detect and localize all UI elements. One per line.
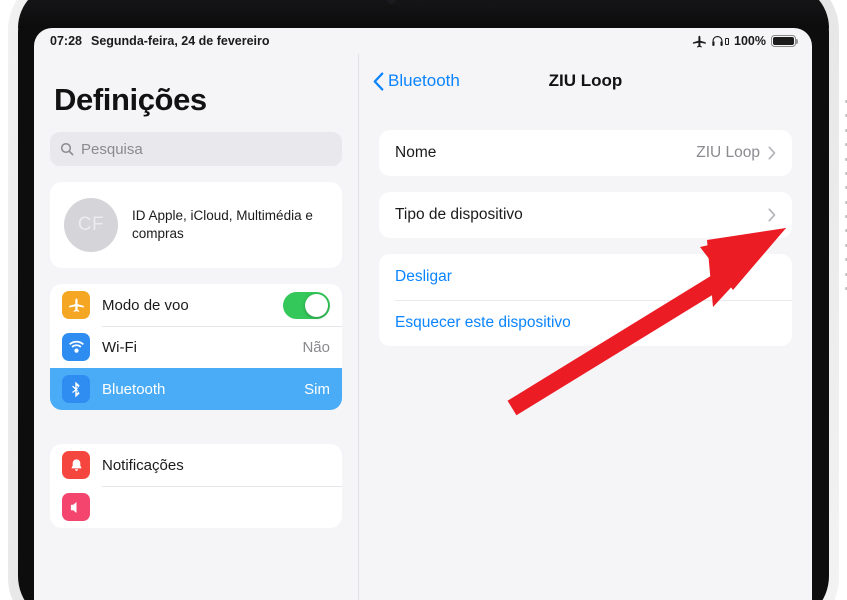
- settings-sidebar: Definições Pesquisa CF ID Apple, iCloud,…: [34, 54, 358, 600]
- sidebar-item-value: Sim: [304, 380, 330, 398]
- headphones-icon: [711, 35, 730, 48]
- status-date: Segunda-feira, 24 de fevereiro: [90, 34, 270, 48]
- sidebar-item-label: Modo de voo: [102, 296, 189, 314]
- chevron-right-icon: [768, 146, 776, 160]
- page-title: Definições: [54, 82, 207, 117]
- sidebar-item-label: Wi-Fi: [102, 338, 137, 356]
- status-time: 07:28: [50, 34, 82, 48]
- detail-group-actions: Desligar Esquecer este dispositivo: [379, 254, 792, 346]
- status-bar-right: 100%: [692, 34, 799, 48]
- chevron-left-icon: [373, 71, 384, 91]
- apple-id-subtitle: ID Apple, iCloud, Multimédia e compras: [132, 207, 313, 241]
- sound-icon: [62, 493, 90, 521]
- airplane-icon: [692, 35, 706, 47]
- airplane-mode-toggle[interactable]: [283, 291, 330, 319]
- apple-id-card[interactable]: CF ID Apple, iCloud, Multimédia e compra…: [50, 182, 342, 268]
- bluetooth-device-detail-pane: Bluetooth ZIU Loop Nome ZIU Loop Tipo de…: [359, 54, 812, 600]
- sidebar-item-label: Bluetooth: [102, 380, 166, 398]
- detail-row-tipo-de-dispositivo[interactable]: Tipo de dispositivo: [379, 192, 792, 238]
- front-camera-icon: [410, 0, 426, 8]
- sidebar-item-modo-de-voo[interactable]: Modo de voo: [50, 284, 342, 326]
- detail-row-esquecer-dispositivo[interactable]: Esquecer este dispositivo: [379, 300, 792, 346]
- sidebar-item-notificacoes[interactable]: Notificações: [50, 444, 342, 486]
- sidebar-group-notifications: Notificações: [50, 444, 342, 528]
- detail-row-desligar[interactable]: Desligar: [379, 254, 792, 300]
- sidebar-item-value: Não: [302, 338, 330, 356]
- detail-nav-bar: Bluetooth ZIU Loop: [359, 54, 812, 108]
- detail-group-device-type: Tipo de dispositivo: [379, 192, 792, 238]
- battery-full-icon: [771, 35, 799, 47]
- detail-row-label: Nome: [395, 144, 437, 161]
- battery-percent-label: 100%: [734, 34, 766, 48]
- detail-row-label: Tipo de dispositivo: [395, 206, 523, 223]
- sidebar-item-label: Notificações: [102, 456, 184, 474]
- sidebar-item-bluetooth[interactable]: Bluetooth Sim: [50, 368, 342, 410]
- tablet-top-bezel: [18, 0, 829, 28]
- bell-icon: [62, 451, 90, 479]
- sidebar-group-connectivity: Modo de voo Wi-Fi Não Bluetooth Sim: [50, 284, 342, 410]
- chevron-right-icon: [768, 208, 776, 222]
- wifi-icon: [62, 333, 90, 361]
- forget-device-action-label: Esquecer este dispositivo: [395, 314, 571, 331]
- search-input[interactable]: Pesquisa: [50, 132, 342, 166]
- tablet-screen: 07:28 Segunda-feira, 24 de fevereiro 100…: [34, 28, 812, 600]
- status-bar: 07:28 Segunda-feira, 24 de fevereiro 100…: [34, 28, 812, 54]
- avatar: CF: [64, 198, 118, 252]
- sidebar-item-wifi[interactable]: Wi-Fi Não: [50, 326, 342, 368]
- sensor-dot-icon: [387, 0, 396, 4]
- disconnect-action-label: Desligar: [395, 268, 452, 285]
- search-icon: [60, 142, 74, 156]
- detail-row-nome[interactable]: Nome ZIU Loop: [379, 130, 792, 176]
- status-bar-left: 07:28 Segunda-feira, 24 de fevereiro: [50, 34, 270, 48]
- bluetooth-icon: [62, 375, 90, 403]
- airplane-icon: [62, 291, 90, 319]
- back-button[interactable]: Bluetooth: [359, 71, 460, 91]
- sidebar-item-som[interactable]: [50, 486, 342, 528]
- back-button-label: Bluetooth: [388, 71, 460, 90]
- front-camera-secondary-icon: [483, 0, 500, 9]
- search-placeholder: Pesquisa: [81, 140, 143, 158]
- detail-row-value: ZIU Loop: [696, 144, 760, 161]
- detail-group-device-info: Nome ZIU Loop: [379, 130, 792, 176]
